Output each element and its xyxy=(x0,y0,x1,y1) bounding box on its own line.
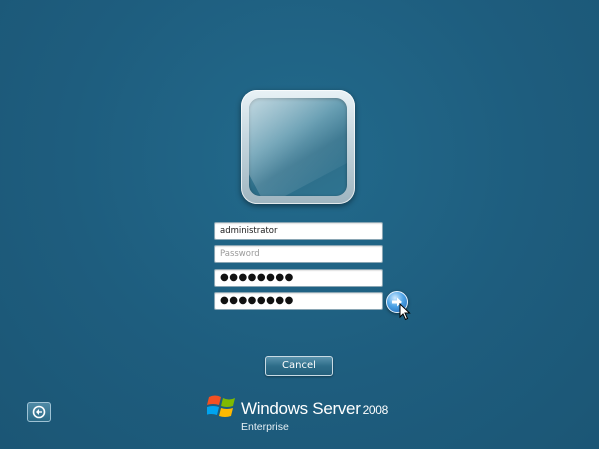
cancel-button[interactable]: Cancel xyxy=(265,356,333,376)
windows-flag-logo xyxy=(207,395,235,417)
user-picture-tile xyxy=(241,90,355,204)
old-password-field[interactable]: Password xyxy=(214,245,383,263)
user-picture xyxy=(249,98,347,196)
windows-server-branding: Windows Server 2008 Enterprise xyxy=(207,393,407,433)
ease-of-access-icon xyxy=(32,405,46,419)
username-field[interactable]: administrator xyxy=(214,222,383,240)
product-name: Windows Server 2008 xyxy=(241,399,388,419)
mouse-cursor-icon xyxy=(399,303,411,321)
tile-gloss xyxy=(249,98,347,196)
ease-of-access-button[interactable] xyxy=(27,402,51,422)
new-password-field[interactable]: ●●●●●●●● xyxy=(214,269,383,287)
product-version: 2008 xyxy=(362,403,389,417)
confirm-password-field[interactable]: ●●●●●●●● xyxy=(214,292,383,310)
product-edition: Enterprise xyxy=(241,421,289,433)
logon-screen: administrator Password ●●●●●●●● ●●●●●●●●… xyxy=(0,0,599,449)
product-name-text: Windows Server xyxy=(241,399,361,418)
